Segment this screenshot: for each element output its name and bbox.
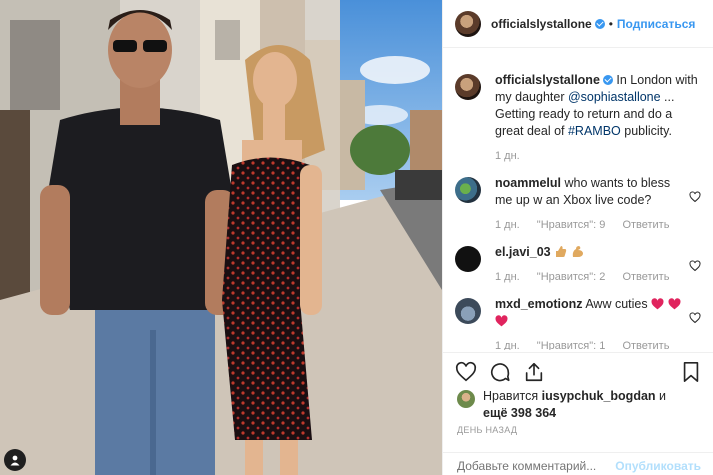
comment-text: Aww cuties	[585, 297, 648, 311]
likes-summary: Нравится iusypchuk_bogdan и ещё 398 364	[457, 388, 699, 422]
comment-likes[interactable]: "Нравится": 2	[537, 271, 606, 283]
post-actions	[443, 352, 713, 392]
red-heart-emoji-icon	[651, 298, 664, 310]
comment-like-icon[interactable]	[689, 260, 701, 272]
likes-count[interactable]: ещё 398 364	[483, 406, 556, 420]
author-avatar[interactable]	[455, 10, 481, 37]
add-comment-bar: Опубликовать	[443, 452, 713, 475]
follow-button[interactable]: Подписаться	[617, 17, 695, 31]
separator-dot: •	[608, 16, 613, 31]
bookmark-icon[interactable]	[681, 361, 701, 383]
comment-username[interactable]: noammelul	[495, 176, 561, 190]
commenter-avatar[interactable]	[455, 177, 481, 203]
mention-link[interactable]: @sophiastallone	[568, 90, 661, 104]
comment-bubble-icon[interactable]	[489, 361, 511, 383]
comment-like-icon[interactable]	[689, 191, 701, 203]
publish-button[interactable]: Опубликовать	[615, 459, 701, 473]
likes-prefix: Нравится	[483, 389, 542, 403]
post-photo[interactable]	[0, 0, 442, 475]
author-username[interactable]: officialslystallone	[491, 17, 592, 31]
caption-text-3: publicity.	[620, 124, 672, 138]
comment-time[interactable]: 1 дн.	[495, 340, 520, 350]
post-timestamp[interactable]: ДЕНЬ НАЗАД	[457, 425, 517, 435]
comment-time[interactable]: 1 дн.	[495, 271, 520, 283]
like-heart-icon[interactable]	[455, 361, 477, 383]
comments-list[interactable]: officialslystallone In London with my da…	[443, 58, 713, 350]
likes-middle: и	[655, 389, 667, 403]
share-upload-icon[interactable]	[523, 361, 545, 383]
commenter-avatar[interactable]	[455, 246, 481, 272]
hashtag-link[interactable]: #RAMBO	[568, 124, 621, 138]
verified-icon	[594, 18, 605, 29]
caption: officialslystallone In London with my da…	[455, 72, 701, 165]
comment-likes[interactable]: "Нравится": 9	[537, 219, 606, 231]
comment-like-icon[interactable]	[689, 312, 701, 324]
comment-item: mxd_emotionz Aww cuties 1 дн. "Нравится"…	[455, 296, 701, 350]
red-heart-emoji-icon	[668, 298, 681, 310]
comment-input[interactable]	[457, 459, 616, 473]
reply-button[interactable]: Ответить	[622, 219, 669, 231]
reply-button[interactable]: Ответить	[622, 340, 669, 350]
user-tag-icon	[10, 455, 20, 466]
user-tag-button[interactable]	[4, 449, 26, 471]
caption-avatar[interactable]	[455, 74, 481, 100]
post-sidebar: officialslystallone • Подписаться offici…	[442, 0, 713, 475]
reply-button[interactable]: Ответить	[622, 271, 669, 283]
post-header: officialslystallone • Подписаться	[443, 0, 713, 48]
comment-item: noammelul who wants to bless me up w an …	[455, 175, 701, 234]
comment-item: el.javi_03 1 дн. "Нравится": 2 Ответить	[455, 244, 701, 286]
red-heart-emoji-icon	[495, 315, 508, 327]
verified-icon	[602, 75, 613, 85]
commenter-avatar[interactable]	[455, 298, 481, 324]
liker-username[interactable]: iusypchuk_bogdan	[542, 389, 656, 403]
comment-likes[interactable]: "Нравится": 1	[537, 340, 606, 350]
thumbs-up-emoji-icon	[556, 246, 567, 257]
comment-username[interactable]: el.javi_03	[495, 245, 551, 259]
caption-time[interactable]: 1 дн.	[495, 150, 520, 162]
comment-time[interactable]: 1 дн.	[495, 219, 520, 231]
flexed-biceps-emoji-icon	[572, 246, 583, 257]
caption-username[interactable]: officialslystallone	[495, 73, 600, 87]
liker-avatar[interactable]	[457, 390, 475, 408]
photo-illustration	[0, 0, 442, 475]
comment-username[interactable]: mxd_emotionz	[495, 297, 583, 311]
